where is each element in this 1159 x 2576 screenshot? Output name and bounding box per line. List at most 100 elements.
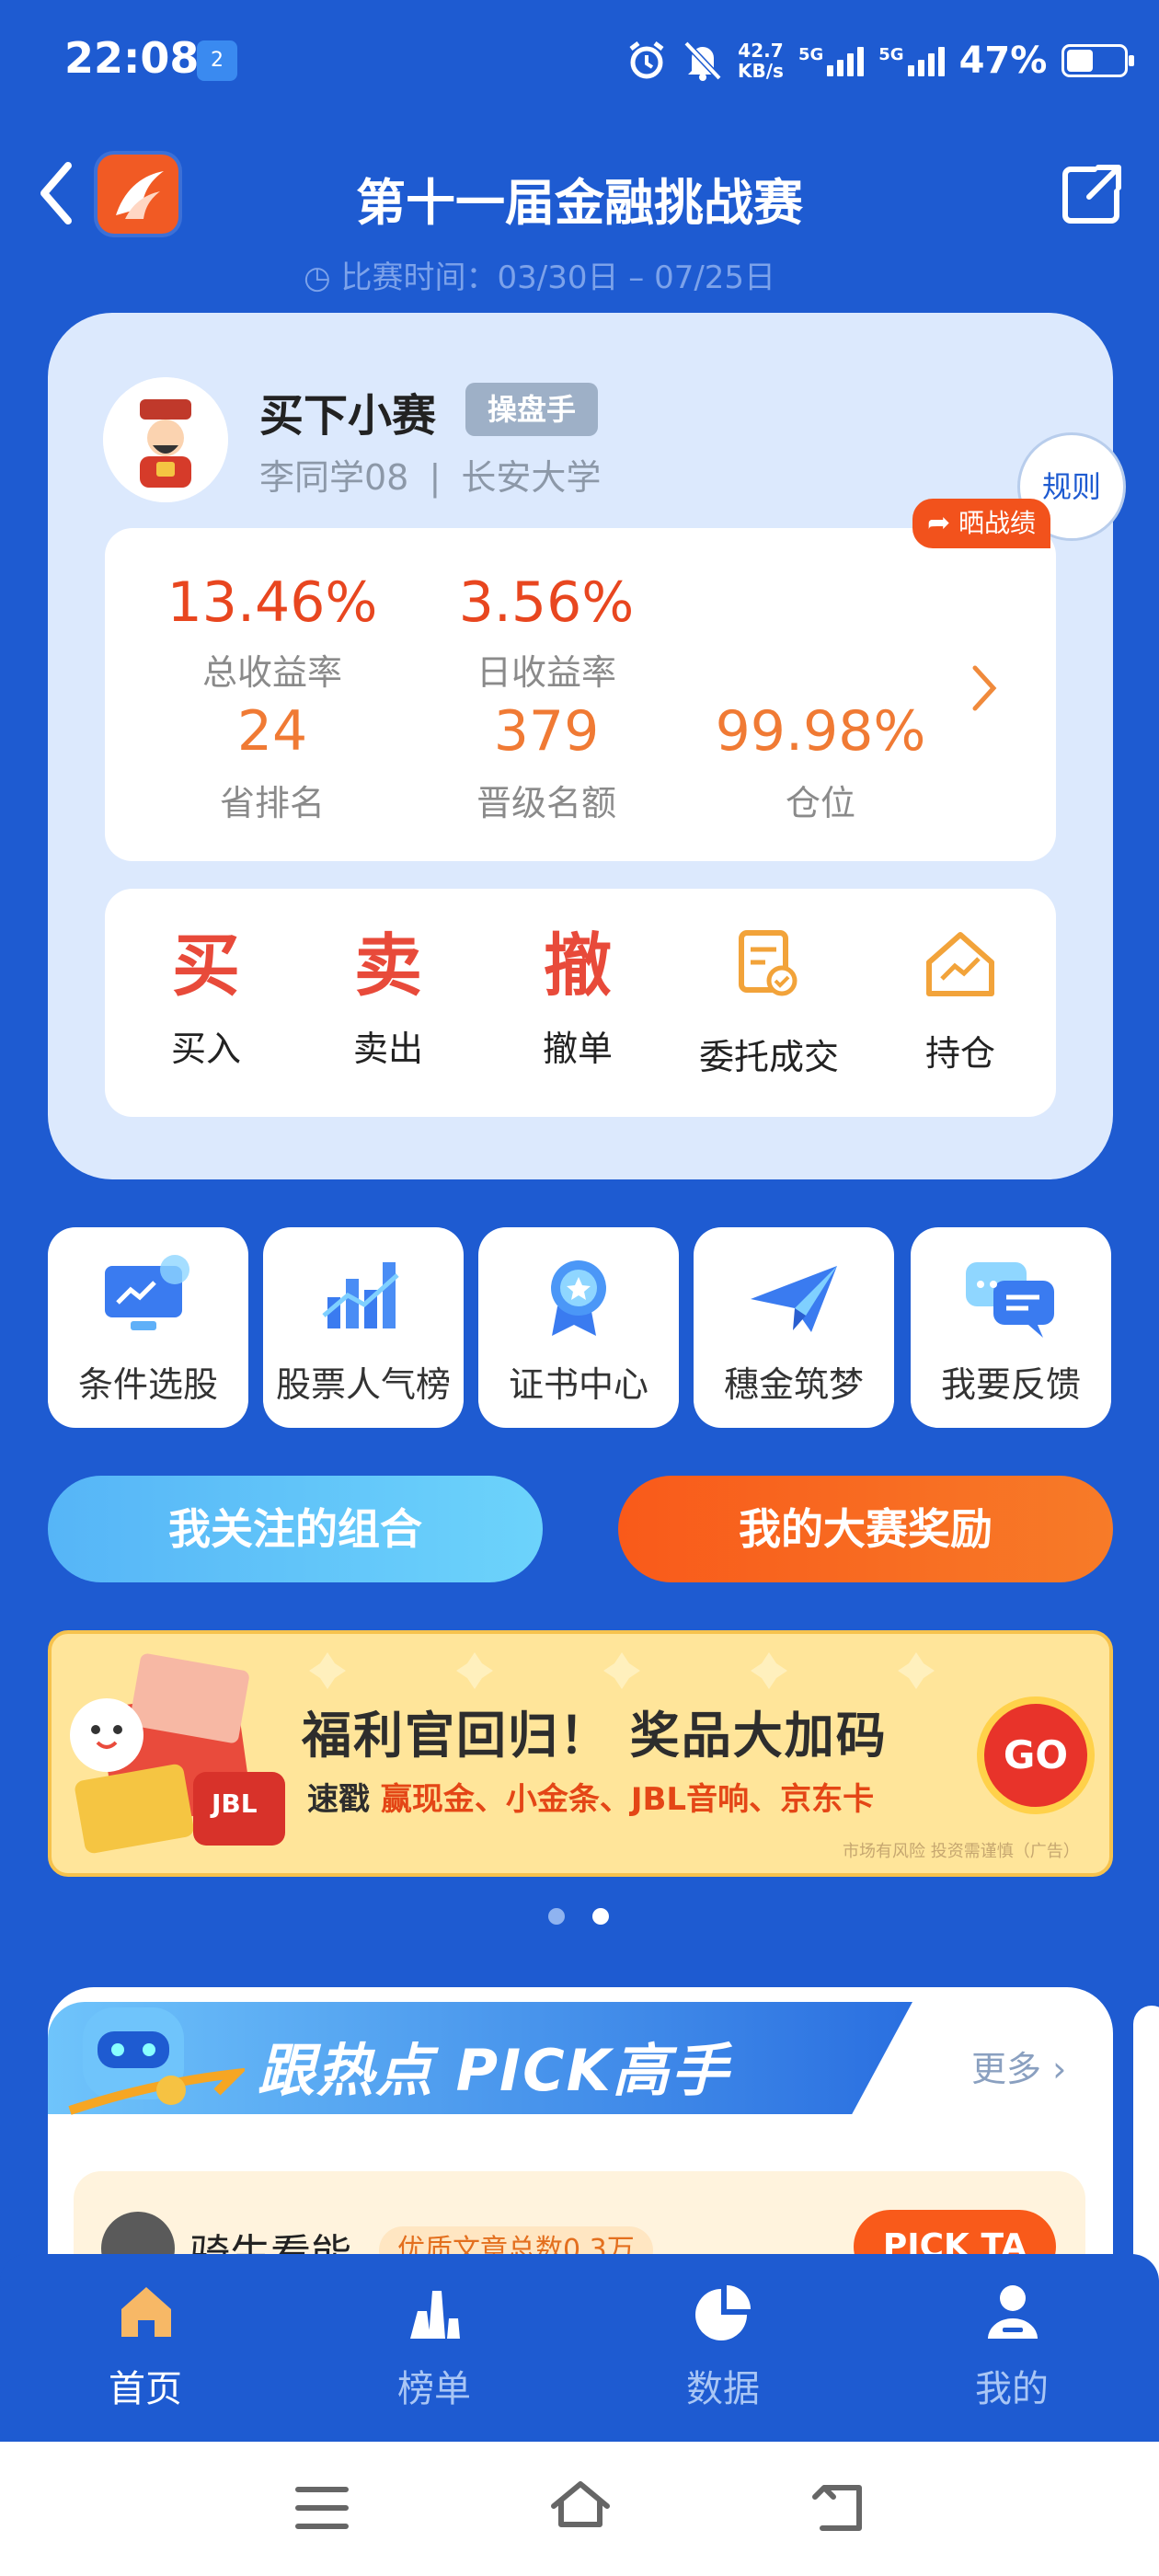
tab-home[interactable]: 首页 bbox=[35, 2254, 256, 2442]
tile-stock-popularity[interactable]: 股票人气榜 bbox=[263, 1227, 464, 1428]
tab-label: 数据 bbox=[686, 2368, 760, 2410]
ranking-icon bbox=[410, 2291, 460, 2339]
stat-promotion-quota-value: 379 bbox=[493, 699, 600, 764]
tile-stock-screener[interactable]: 条件选股 bbox=[48, 1227, 248, 1428]
hotspot-badge-icon: 2 bbox=[197, 40, 237, 81]
orders-label: 委托成交 bbox=[698, 1037, 839, 1077]
share-arrow-icon: ➦ bbox=[926, 507, 951, 539]
school-name: 长安大学 bbox=[461, 457, 602, 498]
carousel-dot-active[interactable] bbox=[592, 1908, 609, 1925]
paper-plane-icon bbox=[751, 1266, 837, 1332]
sell-button[interactable]: 卖 卖出 bbox=[296, 911, 480, 1095]
stat-position-value: 99.98% bbox=[715, 699, 926, 764]
tab-mine[interactable]: 我的 bbox=[901, 2254, 1122, 2442]
tile-label: 证书中心 bbox=[508, 1364, 648, 1405]
tab-label: 榜单 bbox=[397, 2368, 471, 2410]
tile-certificate-center[interactable]: 证书中心 bbox=[478, 1227, 679, 1428]
battery-percent: 47% bbox=[958, 40, 1048, 82]
status-bar: 22:08 2 42.7 KB/s 5G 5G 47% bbox=[0, 0, 1159, 120]
share-icon[interactable] bbox=[1058, 160, 1126, 228]
home-nav-icon[interactable] bbox=[548, 2478, 613, 2534]
net-speed: 42.7 KB/s bbox=[738, 40, 784, 81]
role-badge: 操盘手 bbox=[465, 383, 598, 436]
buy-button[interactable]: 买 买入 bbox=[114, 911, 298, 1095]
stat-daily-return-value: 3.56% bbox=[458, 570, 635, 635]
sim2-signal: 5G bbox=[878, 45, 945, 76]
fortune-god-avatar-icon bbox=[103, 377, 228, 502]
stat-province-rank-label: 省排名 bbox=[219, 783, 325, 823]
menu-icon[interactable] bbox=[294, 2484, 350, 2532]
banner-sub-prefix: 速戳 bbox=[307, 1781, 381, 1818]
banner-title: 福利官回归！ 奖品大加码 bbox=[302, 1707, 888, 1765]
logo-swoosh-icon bbox=[116, 171, 164, 219]
user-info: 李同学08 | 长安大学 bbox=[259, 449, 601, 500]
sim1-signal: 5G bbox=[798, 45, 865, 76]
holdings-button[interactable]: 持仓 bbox=[868, 911, 1052, 1095]
signal-bars-icon bbox=[827, 45, 865, 76]
share-results-label: 晒战绩 bbox=[958, 508, 1037, 538]
info-separator: | bbox=[429, 457, 442, 498]
contest-time: ◷ 比赛时间：03/30日 – 07/25日 bbox=[304, 259, 776, 296]
avatar[interactable] bbox=[103, 377, 228, 502]
tab-data[interactable]: 数据 bbox=[613, 2254, 833, 2442]
mascot-robot-icon bbox=[68, 2007, 245, 2115]
stat-promotion-quota-label: 晋级名额 bbox=[476, 783, 616, 823]
house-chart-icon bbox=[926, 932, 994, 996]
stat-total-return-label: 总收益率 bbox=[201, 652, 342, 693]
user-name: 买下小赛 bbox=[259, 390, 437, 442]
contest-time-strip: ◷ 比赛时间：03/30日 – 07/25日 bbox=[0, 239, 1159, 313]
more-link[interactable]: 更多 › bbox=[971, 2041, 1066, 2091]
battery-icon bbox=[1061, 44, 1135, 77]
page-title: 第十一届金融挑战赛 bbox=[356, 174, 803, 232]
home-icon bbox=[121, 2287, 171, 2337]
back-nav-icon[interactable] bbox=[809, 2482, 868, 2534]
tile-feedback[interactable]: 我要反馈 bbox=[911, 1227, 1111, 1428]
status-icons: 42.7 KB/s 5G 5G 47% bbox=[625, 33, 1135, 88]
certificate-icon bbox=[551, 1260, 606, 1336]
banner-go-button[interactable]: GO bbox=[977, 1696, 1095, 1814]
user-icon bbox=[988, 2285, 1038, 2339]
chat-bubble-icon bbox=[966, 1262, 1054, 1338]
buy-label: 买入 bbox=[170, 1029, 241, 1069]
holdings-label: 持仓 bbox=[924, 1033, 995, 1074]
promo-banner[interactable]: JBL 福利官回归！ 奖品大加码 速戳 赢现金、小金条、JBL音响、京东卡 GO… bbox=[48, 1630, 1113, 1877]
sell-glyph: 卖 bbox=[354, 926, 422, 1006]
share-results-button[interactable]: ➦ 晒战绩 bbox=[912, 499, 1050, 548]
stat-daily-return-label: 日收益率 bbox=[476, 652, 616, 693]
banner-subtitle: 速戳 赢现金、小金条、JBL音响、京东卡 bbox=[307, 1774, 874, 1819]
status-time: 22:08 bbox=[64, 33, 200, 83]
chevron-right-icon[interactable] bbox=[966, 661, 1003, 716]
followed-portfolios-button[interactable]: 我关注的组合 bbox=[48, 1476, 543, 1582]
stat-position-label: 仓位 bbox=[785, 783, 855, 823]
next-card-peek bbox=[1133, 2006, 1159, 2282]
back-arrow-icon[interactable] bbox=[35, 156, 81, 230]
signal-bars-icon bbox=[907, 45, 945, 76]
tile-label: 条件选股 bbox=[77, 1364, 218, 1405]
net-speed-unit: KB/s bbox=[738, 60, 784, 82]
bar-chart-icon bbox=[322, 1262, 399, 1328]
cancel-order-glyph: 撤 bbox=[544, 926, 612, 1006]
tile-suijin-dream[interactable]: 穗金筑梦 bbox=[694, 1227, 894, 1428]
contest-rewards-button[interactable]: 我的大赛奖励 bbox=[618, 1476, 1113, 1582]
buy-glyph: 买 bbox=[172, 926, 240, 1006]
mute-bell-icon bbox=[683, 40, 722, 81]
alarm-icon bbox=[629, 41, 664, 79]
net-speed-value: 42.7 bbox=[738, 40, 784, 62]
sim2-label: 5G bbox=[878, 45, 904, 64]
pie-chart-icon bbox=[695, 2285, 751, 2340]
tile-label: 穗金筑梦 bbox=[723, 1364, 864, 1405]
tile-label: 股票人气榜 bbox=[275, 1364, 451, 1405]
cancel-order-label: 撤单 bbox=[542, 1029, 613, 1069]
carousel-dot[interactable] bbox=[548, 1908, 565, 1925]
hot-section-title: 跟热点 PICK高手 bbox=[258, 2037, 730, 2104]
tab-label: 首页 bbox=[109, 2368, 182, 2410]
tile-label: 我要反馈 bbox=[940, 1364, 1081, 1405]
stat-province-rank-value: 24 bbox=[236, 699, 308, 764]
system-navigation-bar bbox=[0, 2442, 1159, 2576]
app-logo bbox=[98, 155, 178, 234]
tab-ranking[interactable]: 榜单 bbox=[324, 2254, 545, 2442]
orders-button[interactable]: 委托成交 bbox=[677, 911, 861, 1095]
sim1-label: 5G bbox=[798, 45, 824, 64]
cancel-order-button[interactable]: 撤 撤单 bbox=[486, 911, 670, 1095]
stat-total-return-value: 13.46% bbox=[166, 570, 378, 635]
